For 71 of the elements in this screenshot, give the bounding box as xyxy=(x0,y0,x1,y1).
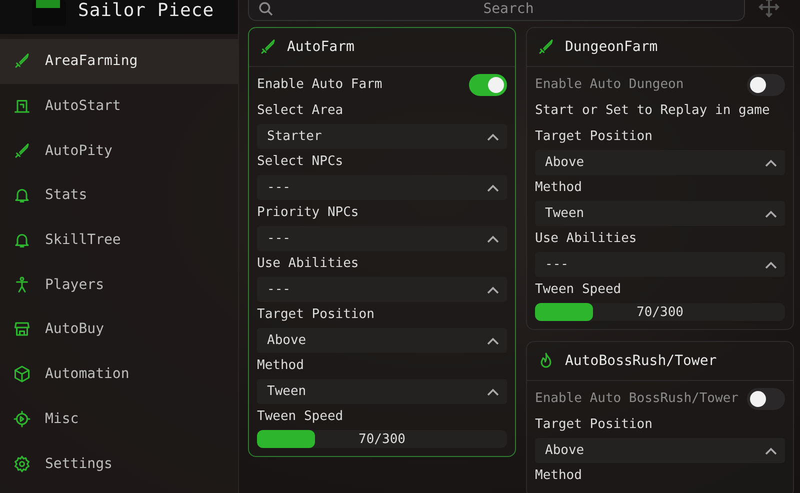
sword-icon xyxy=(259,38,277,56)
sidebar-item[interactable]: Misc xyxy=(0,396,238,442)
field-label: Target Position xyxy=(534,128,654,146)
caret-icon xyxy=(765,158,777,166)
sidebar-item[interactable]: AutoBuy xyxy=(0,307,238,352)
sword-icon xyxy=(537,38,555,56)
bell-icon xyxy=(13,186,31,204)
caret-icon xyxy=(487,234,499,242)
field-label: Method xyxy=(256,357,305,375)
person-icon xyxy=(13,276,31,294)
caret-icon xyxy=(487,388,499,396)
slider-value: 70/300 xyxy=(636,304,684,320)
field-label: Select Area xyxy=(256,102,344,120)
caret-icon xyxy=(765,260,777,268)
sidebar-item[interactable]: SkillTree xyxy=(0,218,238,262)
sidebar-item[interactable]: AutoStart xyxy=(0,84,238,128)
card-title: AutoBossRush/Tower xyxy=(565,353,717,369)
field-label: Target Position xyxy=(534,416,654,434)
caret-icon xyxy=(487,184,499,192)
slider-value: 70/300 xyxy=(358,432,406,446)
field-label: Method xyxy=(534,179,583,197)
move-icon[interactable] xyxy=(757,0,781,18)
caret-icon xyxy=(765,210,777,218)
caret-icon xyxy=(487,336,499,344)
search-field[interactable]: Search xyxy=(248,0,745,21)
dropdown[interactable]: Tween xyxy=(257,379,507,404)
toggle-switch[interactable] xyxy=(747,388,785,410)
caret-icon xyxy=(765,446,777,454)
section-label: Start or Set to Replay in game xyxy=(534,102,771,120)
toggle-switch[interactable] xyxy=(469,74,507,96)
caret-icon xyxy=(487,286,499,294)
sidebar-item[interactable]: Automation xyxy=(0,352,238,396)
sidebar-item[interactable]: AutoPity xyxy=(0,128,238,174)
dropdown[interactable]: Above xyxy=(257,328,507,353)
sidebar-item[interactable]: Players xyxy=(0,262,238,308)
toggle-label: Enable Auto Dungeon xyxy=(534,76,685,94)
caret-icon xyxy=(487,132,499,140)
sword-icon xyxy=(13,52,31,70)
sidebar-item[interactable]: Stats xyxy=(0,173,238,218)
field-label: Use Abilities xyxy=(256,255,360,273)
toggle-label: Enable Auto BossRush/Tower xyxy=(534,390,740,408)
app-title: Sailor Piece xyxy=(78,2,214,20)
bell-icon xyxy=(13,231,31,250)
slider-label: Tween Speed xyxy=(256,408,344,426)
field-label: Use Abilities xyxy=(534,230,638,248)
sidebar-item[interactable]: AreaFarming xyxy=(0,39,238,84)
settings-icon xyxy=(13,454,31,473)
dropdown[interactable]: --- xyxy=(257,226,507,251)
toggle-label: Enable Auto Farm xyxy=(256,76,384,94)
sword-icon xyxy=(13,142,31,160)
field-label: Select NPCs xyxy=(256,153,344,171)
slider-track[interactable]: 70/300 xyxy=(257,430,507,448)
card-title: DungeonFarm xyxy=(565,39,658,55)
dropdown[interactable]: Starter xyxy=(257,124,507,149)
card-title: AutoFarm xyxy=(287,39,354,55)
box-icon xyxy=(13,365,31,384)
slider-track[interactable]: 70/300 xyxy=(535,303,785,321)
dropdown[interactable]: --- xyxy=(535,252,785,277)
field-label: Priority NPCs xyxy=(256,204,360,222)
store-icon xyxy=(13,320,31,338)
dropdown[interactable]: Tween xyxy=(535,201,785,226)
toggle-switch[interactable] xyxy=(747,74,785,96)
dropdown[interactable]: --- xyxy=(257,277,507,302)
dropdown[interactable]: Above xyxy=(535,150,785,175)
sidebar-item[interactable]: Settings xyxy=(0,441,238,486)
field-label: Target Position xyxy=(256,306,376,324)
slider-label: Tween Speed xyxy=(534,281,622,299)
dropdown[interactable]: --- xyxy=(257,175,507,200)
dropdown[interactable]: Above xyxy=(535,438,785,463)
search-icon xyxy=(258,1,274,17)
section-label: Method xyxy=(534,467,583,485)
